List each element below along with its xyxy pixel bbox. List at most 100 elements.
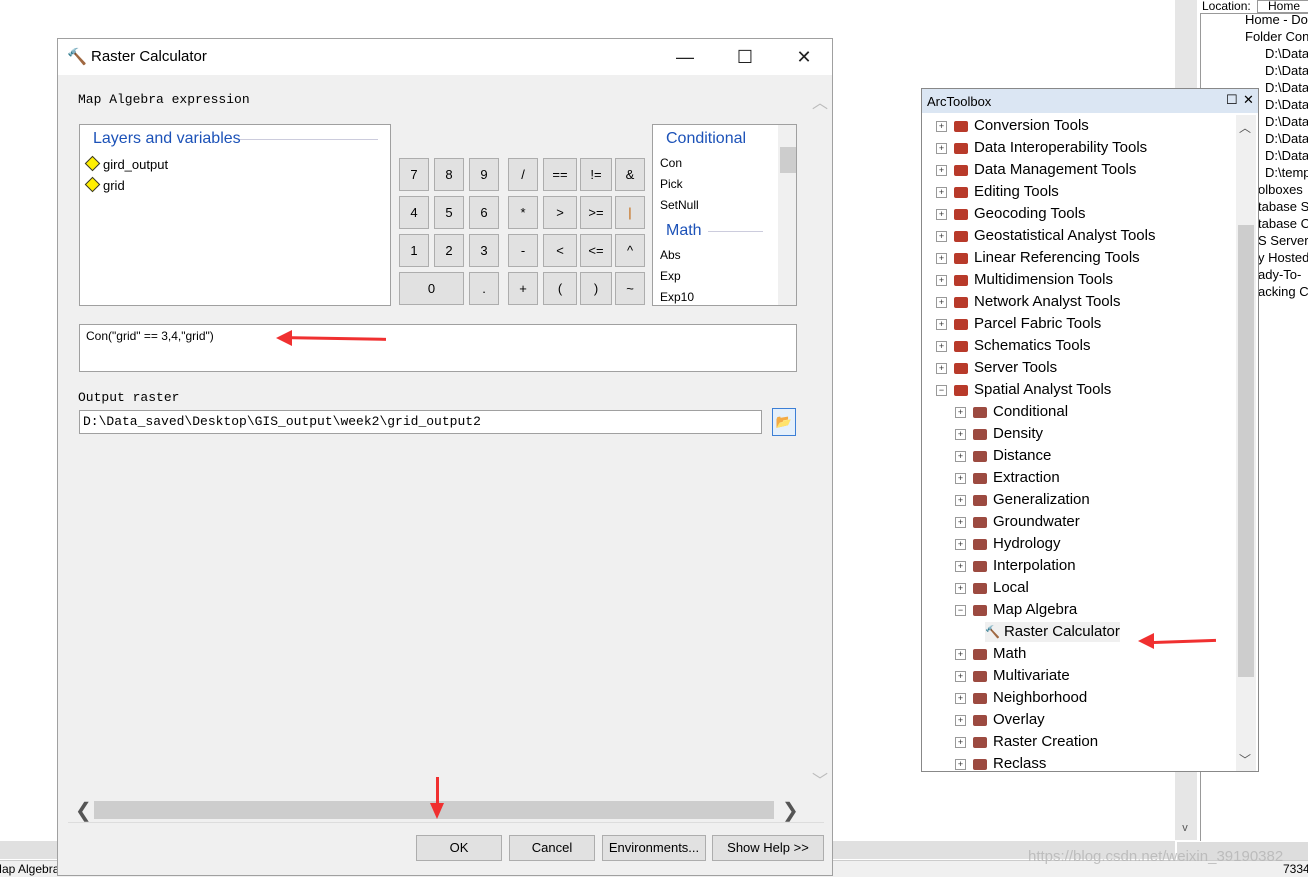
expand-icon[interactable]: +: [955, 516, 966, 528]
toolbox-item[interactable]: + Neighborhood: [955, 688, 1087, 708]
calculator-button[interactable]: 3: [469, 234, 499, 267]
catalog-item[interactable]: acking C: [1258, 284, 1308, 299]
toolbox-item[interactable]: + Math: [955, 644, 1026, 664]
maximize-icon[interactable]: ☐: [1226, 92, 1238, 108]
minimize-button[interactable]: —: [670, 45, 700, 69]
catalog-item[interactable]: D:\Data: [1265, 80, 1308, 95]
toolbox-item[interactable]: + Editing Tools: [936, 182, 1059, 202]
calculator-button[interactable]: 4: [399, 196, 429, 229]
toolbox-item[interactable]: + Data Management Tools: [936, 160, 1136, 180]
expand-icon[interactable]: +: [955, 560, 966, 572]
calculator-button[interactable]: .: [469, 272, 499, 305]
calculator-button[interactable]: 2: [434, 234, 464, 267]
expand-icon[interactable]: +: [955, 494, 966, 506]
function-item[interactable]: SetNull: [660, 198, 699, 212]
toolbox-item[interactable]: + Raster Creation: [955, 732, 1098, 752]
expand-icon[interactable]: +: [936, 274, 947, 286]
toolbox-item[interactable]: + Data Interoperability Tools: [936, 138, 1147, 158]
catalog-item[interactable]: D:\Data: [1265, 46, 1308, 61]
catalog-item[interactable]: D:\Data: [1265, 63, 1308, 78]
calculator-button[interactable]: (: [543, 272, 577, 305]
calculator-button[interactable]: 8: [434, 158, 464, 191]
environments-button[interactable]: Environments...: [602, 835, 706, 861]
expand-icon[interactable]: +: [936, 186, 947, 198]
expand-icon[interactable]: +: [936, 120, 947, 132]
calculator-button[interactable]: ): [580, 272, 612, 305]
toolbox-item[interactable]: + Reclass: [955, 754, 1046, 771]
expand-icon[interactable]: +: [955, 582, 966, 594]
calculator-button[interactable]: >: [543, 196, 577, 229]
expand-icon[interactable]: +: [936, 230, 947, 242]
toolbox-item[interactable]: + Density: [955, 424, 1043, 444]
toolbox-item[interactable]: + Interpolation: [955, 556, 1076, 576]
catalog-item[interactable]: y Hosted: [1258, 250, 1308, 265]
calculator-button[interactable]: 0: [399, 272, 464, 305]
calculator-button[interactable]: ==: [543, 158, 577, 191]
calculator-button[interactable]: -: [508, 234, 538, 267]
toolbox-item[interactable]: + Geostatistical Analyst Tools: [936, 226, 1155, 246]
toolbox-item[interactable]: + Conversion Tools: [936, 116, 1089, 136]
catalog-item[interactable]: ady-To-: [1258, 267, 1301, 282]
toolbox-item[interactable]: + Schematics Tools: [936, 336, 1090, 356]
calculator-button[interactable]: 5: [434, 196, 464, 229]
functions-list[interactable]: Conditional Con Pick SetNull Math Abs Ex…: [652, 124, 797, 306]
toolbox-item[interactable]: + Generalization: [955, 490, 1090, 510]
toolbox-item[interactable]: + Local: [955, 578, 1029, 598]
expand-icon[interactable]: +: [936, 296, 947, 308]
toolbox-item[interactable]: − Spatial Analyst Tools: [936, 380, 1111, 400]
catalog-item[interactable]: olboxes: [1258, 182, 1303, 197]
expand-icon[interactable]: +: [955, 692, 966, 704]
calculator-button[interactable]: ~: [615, 272, 645, 305]
close-button[interactable]: ✕: [789, 45, 819, 69]
expand-icon[interactable]: +: [955, 406, 966, 418]
ok-button[interactable]: OK: [416, 835, 502, 861]
function-item[interactable]: Pick: [660, 177, 683, 191]
collapse-icon[interactable]: −: [955, 604, 966, 616]
expand-icon[interactable]: +: [936, 208, 947, 220]
calculator-button[interactable]: 7: [399, 158, 429, 191]
calculator-button[interactable]: <: [543, 234, 577, 267]
function-item[interactable]: Exp10: [660, 290, 694, 304]
toolbox-item[interactable]: + Overlay: [955, 710, 1045, 730]
expand-icon[interactable]: +: [936, 142, 947, 154]
functions-scrollbar[interactable]: [778, 125, 796, 305]
scroll-down-icon[interactable]: ﹀: [812, 767, 828, 791]
maximize-button[interactable]: ☐: [730, 45, 760, 69]
calculator-button[interactable]: 9: [469, 158, 499, 191]
calculator-button[interactable]: ^: [615, 234, 645, 267]
expression-input[interactable]: Con("grid" == 3,4,"grid"): [79, 324, 797, 372]
close-icon[interactable]: ✕: [1243, 92, 1254, 108]
catalog-item[interactable]: Home - Do: [1245, 12, 1308, 27]
toolbox-item[interactable]: + Server Tools: [936, 358, 1057, 378]
catalog-item[interactable]: tabase C: [1258, 216, 1308, 231]
expand-icon[interactable]: +: [936, 164, 947, 176]
expand-icon[interactable]: +: [955, 670, 966, 682]
toolbox-item[interactable]: + Distance: [955, 446, 1051, 466]
calculator-button[interactable]: 1: [399, 234, 429, 267]
catalog-scroll-down[interactable]: v: [1175, 822, 1195, 840]
calculator-button[interactable]: >=: [580, 196, 612, 229]
expand-icon[interactable]: +: [955, 736, 966, 748]
toolbox-item[interactable]: + Linear Referencing Tools: [936, 248, 1140, 268]
catalog-item[interactable]: Folder Con: [1245, 29, 1308, 44]
toolbox-item[interactable]: + Geocoding Tools: [936, 204, 1085, 224]
catalog-item[interactable]: D:\temp: [1265, 165, 1308, 180]
calculator-button[interactable]: !=: [580, 158, 612, 191]
toolbox-item[interactable]: + Parcel Fabric Tools: [936, 314, 1101, 334]
toolbox-scrollbar[interactable]: ︿ ﹀: [1236, 115, 1256, 771]
toolbox-item[interactable]: + Multivariate: [955, 666, 1070, 686]
expand-icon[interactable]: +: [955, 758, 966, 770]
calculator-button[interactable]: +: [508, 272, 538, 305]
function-item[interactable]: Exp: [660, 269, 681, 283]
catalog-item[interactable]: S Server: [1258, 233, 1308, 248]
expand-icon[interactable]: +: [955, 472, 966, 484]
output-raster-input[interactable]: D:\Data_saved\Desktop\GIS_output\week2\g…: [79, 410, 762, 434]
function-item[interactable]: Abs: [660, 248, 681, 262]
toolbox-item[interactable]: + Conditional: [955, 402, 1068, 422]
expand-icon[interactable]: +: [936, 252, 947, 264]
catalog-item[interactable]: tabase S: [1258, 199, 1308, 214]
layer-item[interactable]: grid: [84, 176, 125, 193]
calculator-button[interactable]: /: [508, 158, 538, 191]
scroll-up-icon[interactable]: ︿: [812, 89, 828, 113]
layer-item[interactable]: gird_output: [84, 155, 168, 172]
